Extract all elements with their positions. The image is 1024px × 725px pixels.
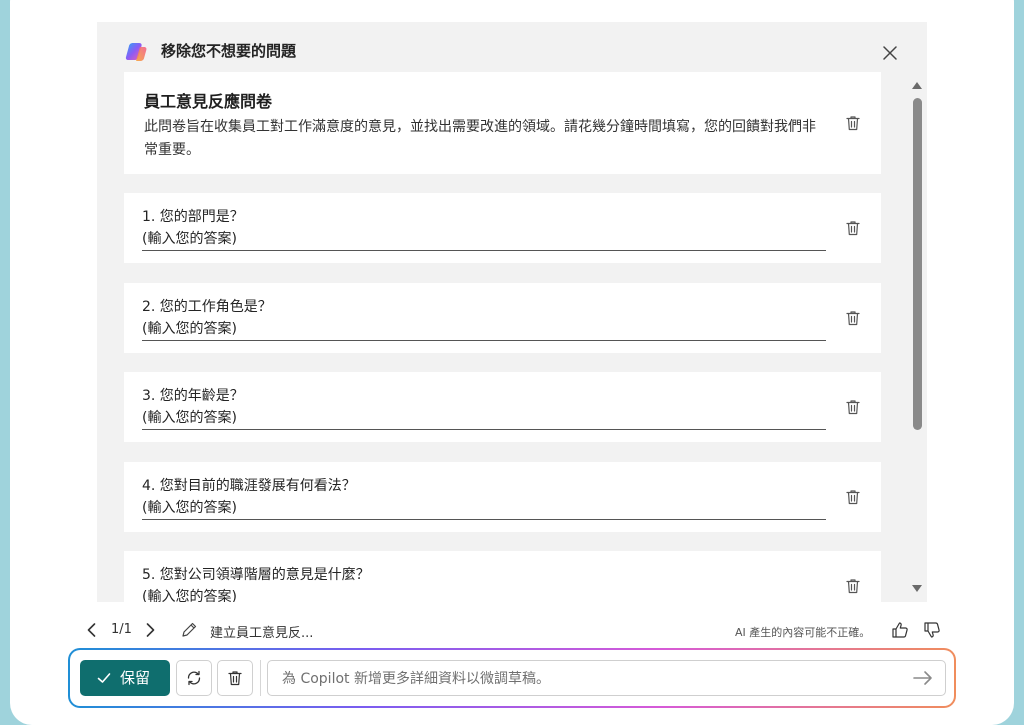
trash-icon bbox=[846, 116, 860, 131]
discard-button[interactable] bbox=[217, 660, 253, 696]
answer-field[interactable]: (輸入您的答案) bbox=[142, 319, 826, 341]
delete-question-button[interactable] bbox=[844, 309, 862, 327]
delete-survey-header-button[interactable] bbox=[844, 114, 862, 132]
question-card: 3. 您的年齡是？ (輸入您的答案) bbox=[124, 372, 881, 442]
delete-question-button[interactable] bbox=[844, 488, 862, 506]
vertical-scrollbar[interactable] bbox=[908, 78, 927, 598]
survey-description: 此問卷旨在收集員工對工作滿意度的意見，並找出需要改進的領域。請花幾分鐘時間填寫，… bbox=[144, 119, 816, 158]
divider bbox=[260, 660, 261, 696]
action-bar-inner: 保留 bbox=[70, 650, 954, 706]
question-card: 4. 您對目前的職涯發展有何看法？ (輸入您的答案) bbox=[124, 462, 881, 532]
close-icon bbox=[883, 46, 897, 60]
panel-title: 移除您不想要的問題 bbox=[161, 42, 297, 60]
answer-field[interactable]: (輸入您的答案) bbox=[142, 587, 826, 602]
send-arrow-icon[interactable] bbox=[912, 669, 934, 687]
question-label: 5. 您對公司領導階層的意見是什麼？ bbox=[142, 567, 370, 583]
trash-icon bbox=[846, 221, 860, 236]
thumbs-down-icon[interactable] bbox=[922, 620, 942, 640]
delete-question-button[interactable] bbox=[844, 577, 862, 595]
question-card: 2. 您的工作角色是？ (輸入您的答案) bbox=[124, 283, 881, 353]
ai-disclaimer: AI 產生的內容可能不正確。 bbox=[735, 626, 871, 639]
close-button[interactable] bbox=[879, 42, 901, 64]
page-indicator: 1/1 bbox=[111, 622, 132, 637]
scroll-thumb[interactable] bbox=[913, 98, 922, 430]
remove-questions-panel: 移除您不想要的問題 員工意見反應問卷 此問卷旨在收集員工對工作滿意度的意見，並找… bbox=[97, 22, 927, 602]
question-card: 1. 您的部門是？ (輸入您的答案) bbox=[124, 193, 881, 263]
trash-icon bbox=[228, 671, 242, 686]
action-bar: 保留 bbox=[68, 648, 956, 708]
delete-question-button[interactable] bbox=[844, 398, 862, 416]
chevron-right-icon[interactable] bbox=[143, 622, 157, 638]
question-label: 4. 您對目前的職涯發展有何看法？ bbox=[142, 478, 356, 494]
draft-footer: 1/1 建立員工意見反... AI 產生的內容可能不正確。 bbox=[0, 616, 1024, 646]
trash-icon bbox=[846, 490, 860, 505]
panel-header: 移除您不想要的問題 bbox=[97, 22, 927, 72]
keep-button[interactable]: 保留 bbox=[80, 660, 170, 696]
draft-name: 建立員工意見反... bbox=[210, 626, 314, 641]
prompt-box bbox=[267, 660, 946, 696]
survey-header-card: 員工意見反應問卷 此問卷旨在收集員工對工作滿意度的意見，並找出需要改進的領域。請… bbox=[124, 72, 881, 174]
checkmark-icon bbox=[97, 673, 111, 683]
survey-title: 員工意見反應問卷 bbox=[144, 92, 273, 111]
trash-icon bbox=[846, 579, 860, 594]
answer-field[interactable]: (輸入您的答案) bbox=[142, 229, 826, 251]
chevron-left-icon[interactable] bbox=[85, 622, 99, 638]
question-label: 3. 您的年齡是？ bbox=[142, 388, 244, 404]
question-label: 1. 您的部門是？ bbox=[142, 209, 244, 225]
trash-icon bbox=[846, 311, 860, 326]
delete-question-button[interactable] bbox=[844, 219, 862, 237]
trash-icon bbox=[846, 400, 860, 415]
regenerate-button[interactable] bbox=[176, 660, 212, 696]
prompt-input[interactable] bbox=[280, 667, 904, 691]
copilot-logo-icon bbox=[125, 43, 147, 61]
thumbs-up-icon[interactable] bbox=[890, 620, 910, 640]
pencil-icon[interactable] bbox=[180, 621, 198, 639]
scroll-down-icon[interactable] bbox=[912, 585, 922, 592]
question-card: 5. 您對公司領導階層的意見是什麼？ (輸入您的答案) bbox=[124, 551, 881, 602]
question-label: 2. 您的工作角色是？ bbox=[142, 299, 272, 315]
refresh-icon bbox=[187, 670, 201, 686]
answer-field[interactable]: (輸入您的答案) bbox=[142, 408, 826, 430]
answer-field[interactable]: (輸入您的答案) bbox=[142, 498, 826, 520]
scroll-up-icon[interactable] bbox=[912, 82, 922, 89]
keep-button-label: 保留 bbox=[120, 669, 151, 687]
